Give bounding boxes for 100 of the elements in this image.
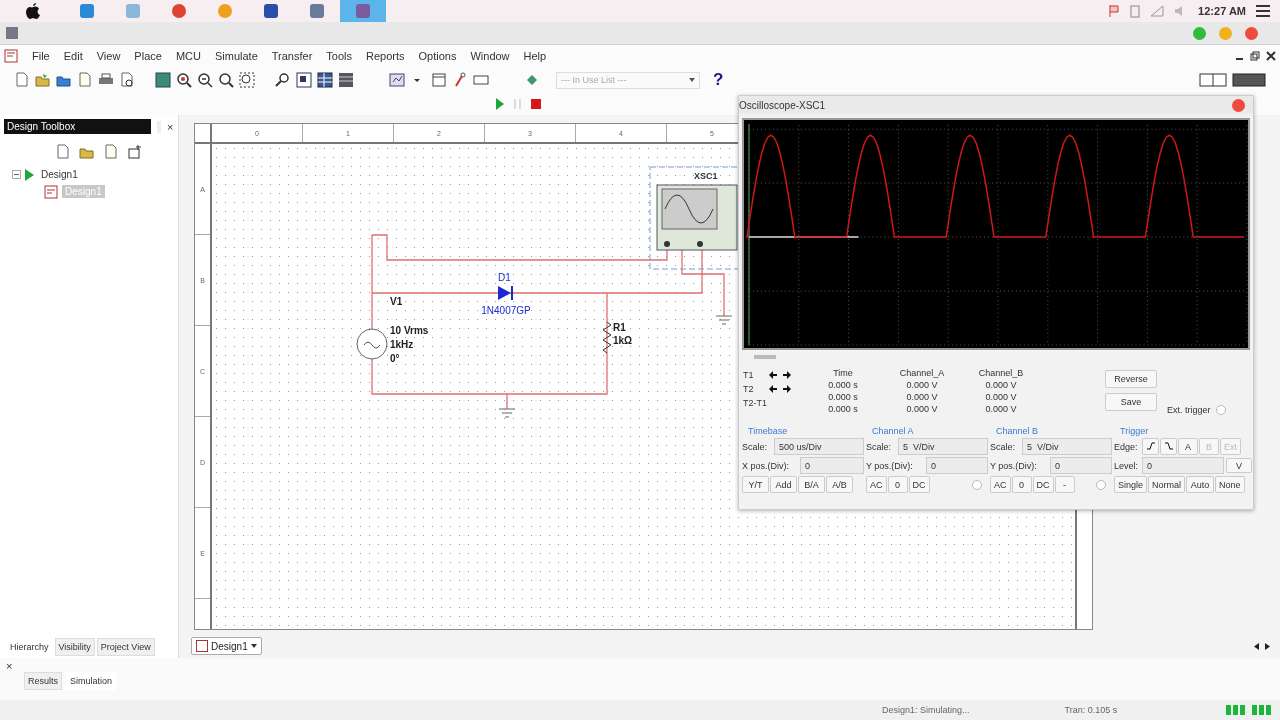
source-value: 10 Vrms	[390, 325, 429, 336]
app-icon[interactable]	[171, 3, 187, 19]
new-file-icon[interactable]	[55, 144, 71, 160]
scroll-right-icon[interactable]	[1265, 642, 1270, 650]
radio-button[interactable]	[1215, 405, 1226, 415]
radio-button[interactable]	[972, 479, 982, 490]
action-button[interactable]: Save	[1105, 393, 1157, 411]
close-button[interactable]: ×	[167, 120, 174, 133]
schematic-icon	[196, 640, 208, 652]
rising-edge-button[interactable]	[1142, 438, 1159, 455]
zoom-area-icon[interactable]	[155, 72, 171, 88]
mode-button[interactable]: Auto	[1186, 476, 1215, 493]
mode-button[interactable]: None	[1215, 476, 1245, 493]
output-tab[interactable]: Simulation	[66, 672, 117, 690]
menu-item[interactable]: File	[32, 50, 50, 62]
cursor-right-button[interactable]	[781, 369, 793, 381]
search-icon[interactable]	[275, 72, 291, 88]
menu-item[interactable]: View	[96, 50, 121, 62]
close-icon[interactable]	[1266, 51, 1276, 61]
unit-dropdown[interactable]: V	[1226, 458, 1252, 473]
restore-icon[interactable]	[1250, 51, 1260, 61]
zoom-full-icon[interactable]	[239, 72, 255, 88]
cursor-right-button[interactable]	[781, 383, 793, 395]
panel-tab[interactable]: Visibility	[54, 638, 95, 656]
position-field[interactable]: 0	[1050, 457, 1112, 474]
source-label: V1	[390, 296, 403, 307]
page-icon[interactable]	[103, 144, 119, 160]
position-field[interactable]: 0	[800, 457, 864, 474]
menu-item[interactable]: Simulate	[214, 50, 258, 62]
resistor-value: 1kΩ	[613, 335, 633, 346]
app-icon	[6, 27, 18, 39]
output-tab[interactable]: Results	[24, 672, 62, 690]
close-button[interactable]: ×	[6, 660, 1274, 672]
menu-item[interactable]: Edit	[63, 50, 83, 62]
menu-icon[interactable]	[1256, 5, 1270, 17]
open-folder-icon[interactable]	[35, 72, 51, 88]
source-value: 1kHz	[390, 339, 414, 350]
position-field[interactable]: 0	[926, 457, 988, 474]
scrollbar-thumb[interactable]	[754, 355, 776, 359]
scale-field[interactable]: 5 V/Div	[898, 438, 988, 455]
cursor-left-button[interactable]	[767, 383, 779, 395]
action-button[interactable]: Reverse	[1105, 370, 1157, 388]
source-button[interactable]: A	[1178, 438, 1198, 455]
scale-field[interactable]: 500 us/Div	[774, 438, 864, 455]
panel-icon[interactable]	[296, 72, 312, 88]
zoom-fit-icon[interactable]	[218, 72, 234, 88]
menu-item[interactable]: Options	[418, 50, 457, 62]
new-file-icon[interactable]	[14, 72, 30, 88]
document-tab[interactable]: Design1	[191, 637, 262, 655]
tree-item[interactable]: Design1	[38, 168, 81, 181]
mode-button[interactable]: AC	[990, 476, 1011, 493]
probe-icon[interactable]	[452, 72, 468, 88]
panel-tab[interactable]: Project View	[96, 638, 155, 656]
mode-button[interactable]: Normal	[1148, 476, 1186, 493]
help-button[interactable]: ?	[713, 70, 724, 90]
close-button[interactable]	[1245, 26, 1258, 40]
table-icon[interactable]	[338, 72, 354, 88]
menu-item[interactable]: Transfer	[271, 50, 313, 62]
app-icon[interactable]	[263, 3, 279, 19]
scroll-left-icon[interactable]	[1254, 642, 1259, 650]
mode-button[interactable]: Single	[1114, 476, 1148, 493]
menu-item[interactable]: Reports	[366, 50, 405, 62]
radio-button[interactable]	[1096, 479, 1106, 490]
close-button[interactable]	[1232, 98, 1245, 112]
mode-button[interactable]: A/B	[826, 476, 853, 493]
apple-icon[interactable]	[26, 3, 40, 19]
cursor-left-button[interactable]	[767, 369, 779, 381]
rectangle-icon[interactable]	[473, 72, 489, 88]
mode-button[interactable]: DC	[1032, 476, 1054, 493]
mode-button[interactable]: B/A	[798, 476, 825, 493]
page-icon[interactable]	[77, 72, 93, 88]
zoom-in-icon[interactable]	[176, 72, 192, 88]
new-window-icon[interactable]	[127, 144, 143, 160]
mode-button[interactable]: DC	[908, 476, 930, 493]
app-icon[interactable]	[79, 3, 95, 19]
level-field[interactable]: 0	[1142, 457, 1224, 474]
menu-item[interactable]: Help	[523, 50, 547, 62]
menu-item[interactable]: Place	[134, 50, 162, 62]
menu-item[interactable]: MCU	[175, 50, 201, 62]
menu-item[interactable]: Tools	[326, 50, 352, 62]
print-preview-icon[interactable]	[119, 72, 135, 88]
mode-button[interactable]: Y/T	[742, 476, 769, 493]
zoom-out-icon[interactable]	[197, 72, 213, 88]
mode-button[interactable]: AC	[866, 476, 887, 493]
app-icon[interactable]	[309, 3, 325, 19]
panel-icon[interactable]	[1232, 72, 1266, 88]
cursor-label: T2-T1	[743, 398, 767, 408]
collapse-icon[interactable]	[12, 170, 21, 179]
component-icon[interactable]	[389, 72, 405, 88]
falling-edge-button[interactable]	[1160, 438, 1177, 455]
flag-icon[interactable]	[1108, 4, 1121, 18]
mode-button[interactable]: 0	[1011, 476, 1032, 493]
mode-button[interactable]: 0	[887, 476, 908, 493]
menu-item[interactable]: Window	[470, 50, 510, 62]
mode-button[interactable]: -	[1054, 476, 1075, 493]
spreadsheet-icon[interactable]	[317, 72, 333, 88]
rising-edge-icon	[1146, 441, 1155, 450]
scale-field[interactable]: 5 V/Div	[1022, 438, 1112, 455]
run-icon[interactable]	[495, 98, 505, 110]
mode-button[interactable]: Add	[770, 476, 797, 493]
